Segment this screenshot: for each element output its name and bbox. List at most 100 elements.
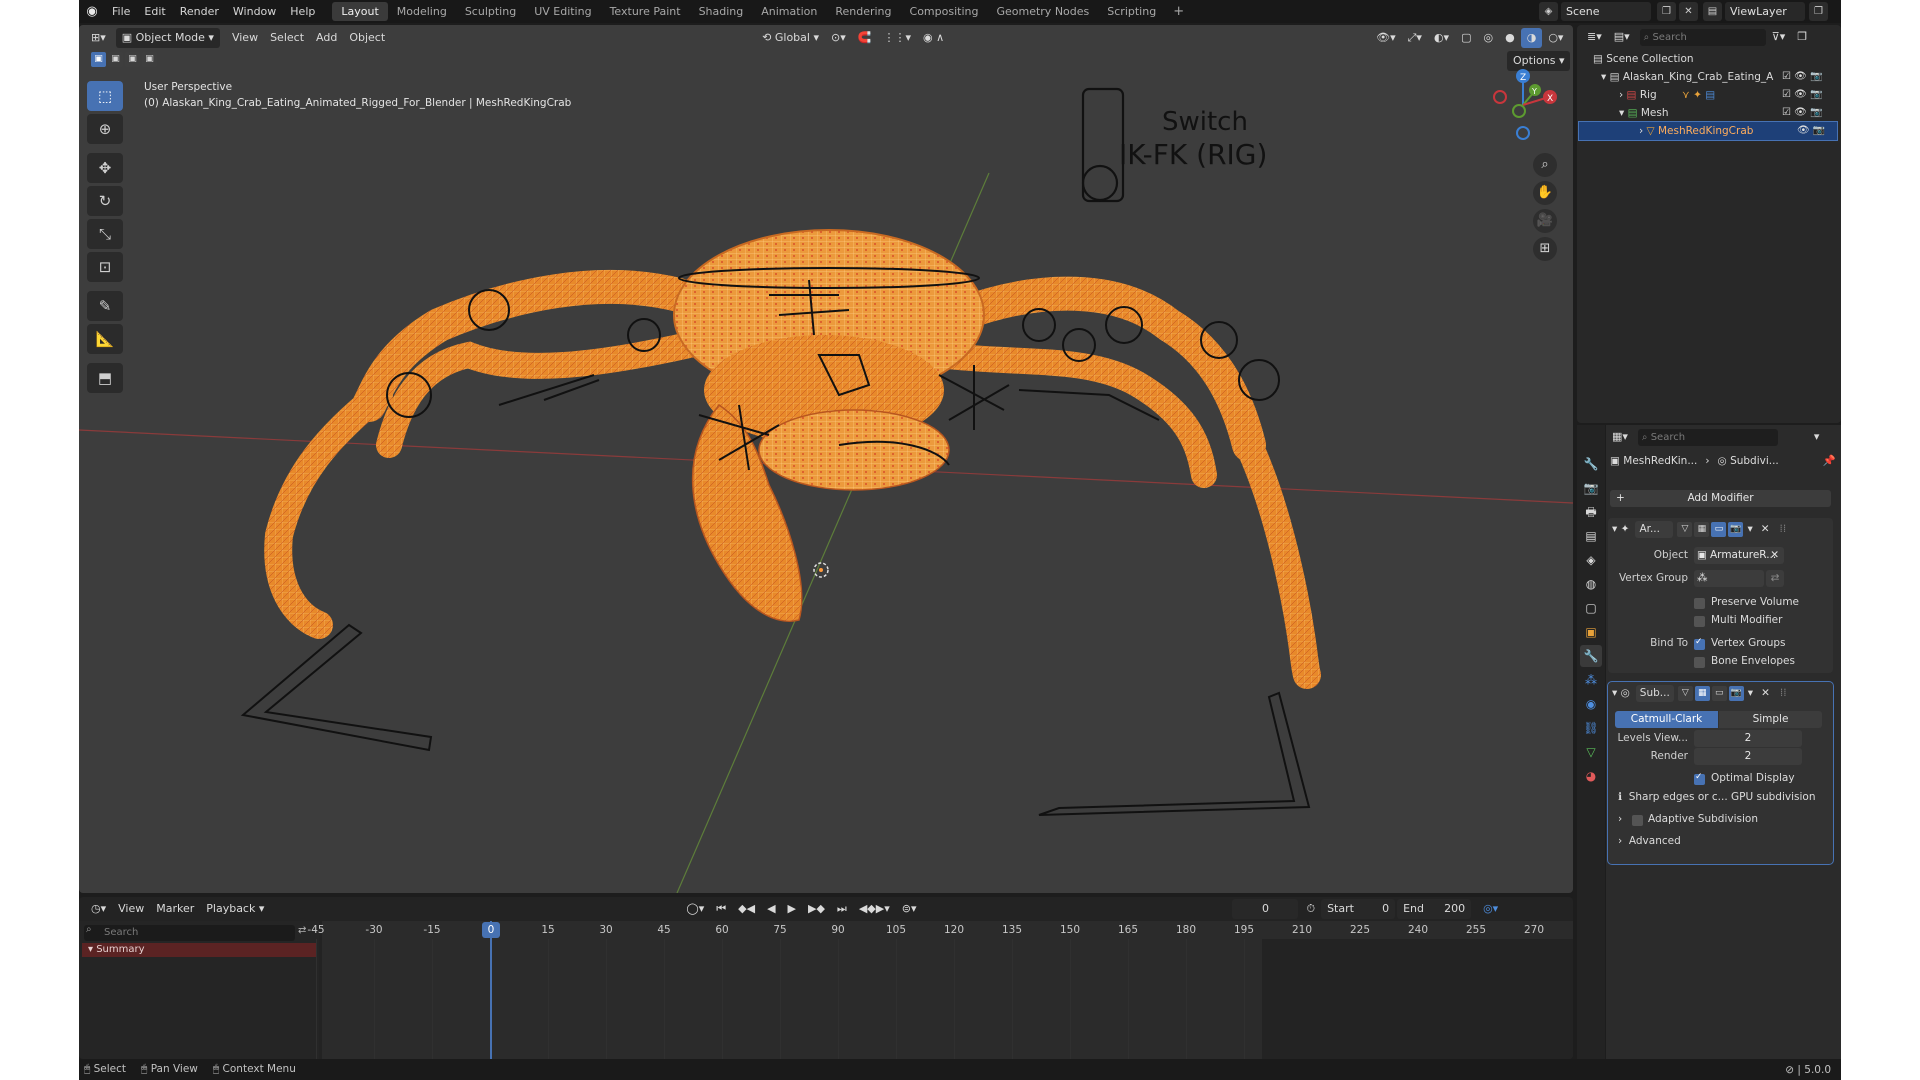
tab-animation[interactable]: Animation xyxy=(752,2,826,21)
playhead[interactable] xyxy=(490,921,492,1059)
tool-tab-icon[interactable]: 🔧 xyxy=(1580,453,1602,475)
viewport-menu-select[interactable]: Select xyxy=(264,28,310,48)
end-frame-field[interactable]: End 200 xyxy=(1397,899,1472,919)
armature-modifier-name[interactable]: Ar... xyxy=(1635,520,1674,538)
output-tab-icon[interactable]: 🖶 xyxy=(1580,501,1602,523)
tab-uv-editing[interactable]: UV Editing xyxy=(525,2,600,21)
visibility-toggles-meshredkingcrab[interactable]: 👁 📷 xyxy=(1797,125,1825,136)
properties-editor-type-icon[interactable]: ▦▾ xyxy=(1606,427,1634,447)
viewport-menu-object[interactable]: Object xyxy=(343,28,391,48)
collection-tab-icon[interactable]: ▢ xyxy=(1580,597,1602,619)
view-layer-icon[interactable]: ▤ xyxy=(1703,2,1722,21)
object-mode-dropdown[interactable]: ▣ Object Mode ▾ xyxy=(115,28,220,48)
vertex-group-field[interactable]: ⁂ xyxy=(1694,570,1764,587)
preserve-volume-checkbox[interactable] xyxy=(1694,598,1705,609)
cage-toggle-icon[interactable]: ▦ xyxy=(1694,685,1710,701)
scale-tool-icon[interactable]: ⤡ xyxy=(87,219,123,249)
viewport-menu-view[interactable]: View xyxy=(226,28,264,48)
outliner-filter-icon[interactable]: ⊽▾ xyxy=(1766,27,1792,47)
mesh-data-tab-icon[interactable]: ▽ xyxy=(1580,741,1602,763)
particles-tab-icon[interactable]: ⁂ xyxy=(1580,669,1602,691)
jump-start-icon[interactable]: ⏮ xyxy=(710,899,732,919)
select-new-icon[interactable]: ▣ xyxy=(91,52,106,67)
summary-channel[interactable]: ▾ Summary xyxy=(82,943,317,957)
viewport-toggle-icon[interactable]: ▭ xyxy=(1711,521,1727,537)
move-tool-icon[interactable]: ✥ xyxy=(87,153,123,183)
new-collection-icon[interactable]: ❐ xyxy=(1791,27,1813,47)
menu-window[interactable]: Window xyxy=(226,0,283,23)
snap-target-icon[interactable]: ⋮⋮▾ xyxy=(877,28,917,48)
tab-sculpting[interactable]: Sculpting xyxy=(456,2,525,21)
jump-end-icon[interactable]: ⏭ xyxy=(831,899,853,919)
3d-viewport[interactable]: Switch IK-FK (RIG) ⊞▾ ▣ Object Mode ▾ Vi… xyxy=(79,25,1573,893)
viewport-menu-add[interactable]: Add xyxy=(310,28,343,48)
drag-handle-icon[interactable]: ⁞⁞ xyxy=(1780,687,1787,699)
tab-texture-paint[interactable]: Texture Paint xyxy=(601,2,690,21)
record-icon[interactable]: ◯▾ xyxy=(680,899,710,919)
menu-help[interactable]: Help xyxy=(283,0,322,23)
timeline-frames[interactable]: -45 -30 -15 15 30 45 60 75 90 105 120 135 150 165 180 1… xyxy=(307,921,1573,1059)
jump-keyframe-back-icon[interactable]: ◆◀ xyxy=(732,899,761,919)
play-icon[interactable]: ▶ xyxy=(782,899,802,919)
view-layer-tab-icon[interactable]: ▤ xyxy=(1580,525,1602,547)
outliner-editor-type-icon[interactable]: ≣▾ xyxy=(1581,27,1608,47)
visibility-toggles-main[interactable]: ☑ 👁 📷 xyxy=(1782,71,1822,82)
select-extend-icon[interactable]: ▣ xyxy=(108,52,123,67)
zoom-icon[interactable]: ⌕ xyxy=(1533,153,1557,177)
menu-render[interactable]: Render xyxy=(173,0,226,23)
adaptive-subdivision-checkbox[interactable] xyxy=(1632,815,1643,826)
overlays-icon[interactable]: ◐▾ xyxy=(1428,28,1455,48)
rotate-tool-icon[interactable]: ↻ xyxy=(87,186,123,216)
vertex-groups-checkbox[interactable] xyxy=(1694,637,1705,650)
constraints-tab-icon[interactable]: ⛓ xyxy=(1580,717,1602,739)
adaptive-subdivision-row[interactable]: › xyxy=(1618,813,1622,825)
current-frame-field[interactable]: 0 xyxy=(1232,899,1299,919)
catmull-clark-button[interactable]: Catmull-Clark xyxy=(1615,711,1718,728)
snap-icon[interactable]: 🧲 xyxy=(852,28,878,48)
physics-tab-icon[interactable]: ◉ xyxy=(1580,693,1602,715)
multi-modifier-checkbox[interactable] xyxy=(1694,616,1705,627)
playhead-frame-label[interactable]: 0 xyxy=(482,922,500,938)
timeline-menu-marker[interactable]: Marker xyxy=(150,899,200,919)
material-tab-icon[interactable]: ◕ xyxy=(1580,765,1602,787)
pivot-point-icon[interactable]: ⊙▾ xyxy=(825,28,852,48)
timeline-search-input[interactable]: Search xyxy=(84,925,295,941)
menu-edit[interactable]: Edit xyxy=(137,0,172,23)
measure-tool-icon[interactable]: 📐 xyxy=(87,324,123,354)
visibility-toggles-rig[interactable]: ☑ 👁 📷 xyxy=(1782,89,1822,100)
shading-solid-icon[interactable]: ● xyxy=(1499,28,1521,48)
editor-type-icon[interactable]: ⊞▾ xyxy=(85,28,112,48)
world-tab-icon[interactable]: ◍ xyxy=(1580,573,1602,595)
simple-button[interactable]: Simple xyxy=(1719,711,1822,728)
render-toggle-icon[interactable]: 📷 xyxy=(1728,521,1744,537)
render-levels-field[interactable]: 2 xyxy=(1694,748,1802,765)
collapse-arrow-icon[interactable]: ▾ xyxy=(1612,687,1617,699)
auto-key-icon[interactable]: ⊜▾ xyxy=(896,899,923,919)
tab-modeling[interactable]: Modeling xyxy=(388,2,456,21)
blender-logo-icon[interactable]: ◉ xyxy=(79,4,105,19)
shading-material-icon[interactable]: ◑ xyxy=(1520,28,1543,48)
scene-tab-icon[interactable]: ◈ xyxy=(1580,549,1602,571)
tab-compositing[interactable]: Compositing xyxy=(901,2,988,21)
optimal-display-checkbox[interactable] xyxy=(1694,772,1705,785)
clear-field-icon[interactable]: ✕ xyxy=(1770,547,1779,564)
menu-file[interactable]: File xyxy=(105,0,137,23)
keying-icon[interactable]: ◀◆▶▾ xyxy=(853,899,896,919)
annotate-tool-icon[interactable]: ✎ xyxy=(87,291,123,321)
dropdown-icon[interactable]: ▾ xyxy=(1748,687,1753,699)
play-reverse-icon[interactable]: ◀ xyxy=(761,899,781,919)
delete-scene-icon[interactable]: ✕ xyxy=(1679,2,1698,21)
remove-modifier-icon[interactable]: ✕ xyxy=(1761,687,1770,699)
outliner-search-input[interactable]: ⌕ Search xyxy=(1639,28,1766,46)
select-intersect-icon[interactable]: ▣ xyxy=(142,52,157,67)
timeline-menu-view[interactable]: View xyxy=(112,899,150,919)
navigation-gizmo[interactable]: Z Y X xyxy=(1483,65,1563,145)
add-modifier-button[interactable]: + Add Modifier xyxy=(1610,490,1831,507)
edit-mode-toggle-icon[interactable]: ▽ xyxy=(1677,685,1693,701)
object-tab-icon[interactable]: ▣ xyxy=(1580,621,1602,643)
view-layer-selector[interactable]: ViewLayer xyxy=(1725,2,1805,21)
tab-scripting[interactable]: Scripting xyxy=(1098,2,1165,21)
viewport-toggle-icon[interactable]: ▭ xyxy=(1711,685,1727,701)
cursor-tool-icon[interactable]: ⊕ xyxy=(87,114,123,144)
remove-modifier-icon[interactable]: ✕ xyxy=(1761,523,1770,535)
